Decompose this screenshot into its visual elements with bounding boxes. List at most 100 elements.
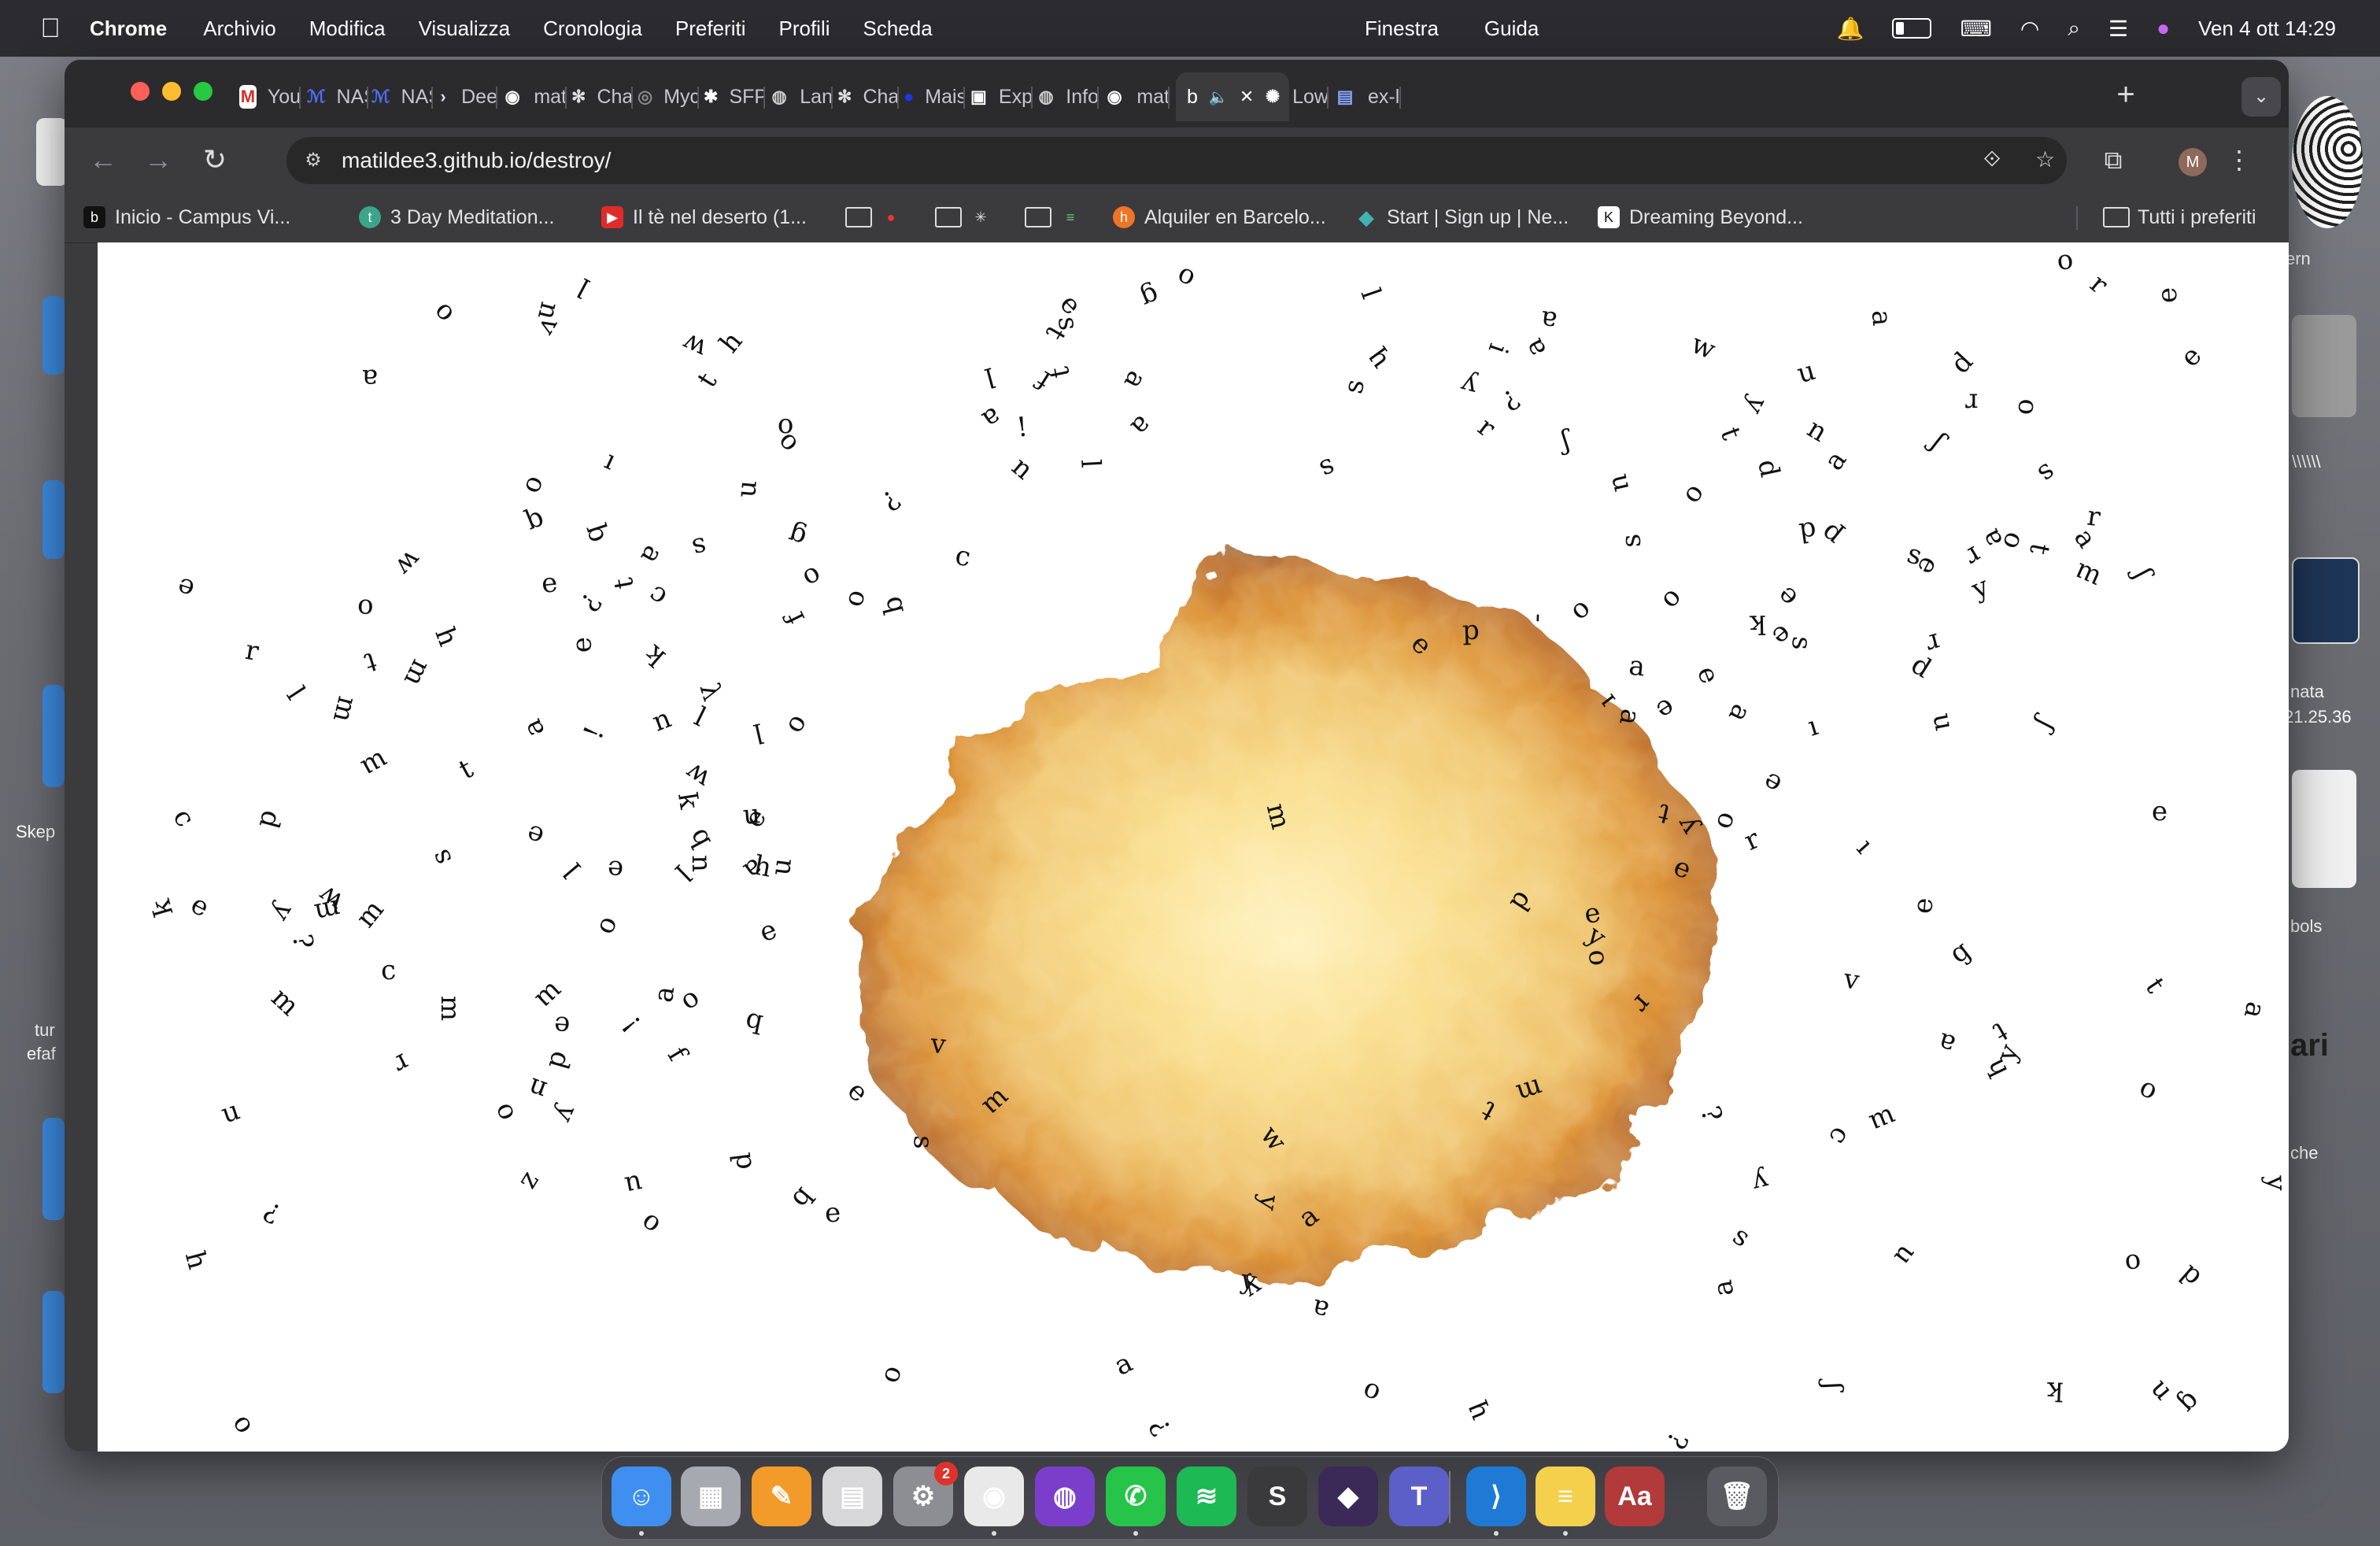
letter-glyph: n [685,854,718,873]
menu-finestra[interactable]: Finestra [1365,17,1439,41]
menu-modifica[interactable]: Modifica [309,17,386,41]
tab[interactable]: ℳ NAS [371,72,433,121]
desktop-document-icon[interactable] [2292,770,2356,888]
menu-visualizza[interactable]: Visualizza [419,17,511,41]
launchpad-icon[interactable]: ▦ [681,1466,741,1526]
notification-icon[interactable]: 🔔 [1837,16,1864,42]
bookmark-item[interactable]: ◆ Start | Sign up | Ne... [1355,203,1569,231]
pages-icon[interactable]: ✎ [752,1466,811,1526]
books-icon: ≡ [1066,209,1075,225]
bookmark-item[interactable]: b Inicio - Campus Vi... [83,203,290,231]
dock-separator [1449,1471,1451,1523]
letter-glyph: - [1523,612,1555,623]
extensions-icon[interactable]: ⧉ [2094,140,2133,179]
tab[interactable]: ◉ mat [1103,72,1170,121]
tab[interactable]: ◎ Myc [638,72,699,121]
wifi-icon[interactable]: ◠ [2020,16,2039,42]
menu-profili[interactable]: Profili [778,17,830,41]
chrome-icon[interactable]: ◉ [964,1466,1024,1526]
menu-archivio[interactable]: Archivio [203,17,275,41]
zoom-window-button[interactable] [194,82,213,101]
tab[interactable]: › Dee [436,72,497,121]
keyboard-icon[interactable]: ⌨ [1960,16,1991,42]
close-tab-icon[interactable]: ✕ [1240,87,1254,107]
desktop-folder-icon[interactable] [42,685,65,787]
tab-label: Lan [800,85,833,108]
menu-preferiti[interactable]: Preferiti [675,17,746,41]
desktop-photo-icon[interactable] [2292,315,2356,417]
letter-glyph: e [2151,286,2184,305]
siri-icon[interactable]: ● [2156,16,2170,41]
minimize-window-button[interactable] [162,82,181,101]
desktop-folder-icon[interactable] [42,1118,65,1220]
obsidian-icon[interactable]: ◆ [1318,1466,1378,1526]
speaker-icon[interactable]: 🔈 [1209,87,1229,107]
profile-avatar[interactable]: M [2179,148,2207,176]
menu-app-name[interactable]: Chrome [90,17,167,41]
dictionary-icon[interactable]: Aa [1605,1466,1665,1526]
sublime-icon[interactable]: S [1247,1466,1307,1526]
desktop-folder-icon[interactable] [42,1291,65,1393]
desktop-document-icon[interactable] [36,118,68,186]
firefox-icon[interactable]: ◍ [1035,1466,1095,1526]
clock[interactable]: Ven 4 ott 14:29 [2198,17,2336,41]
teams-icon[interactable]: T [1389,1466,1449,1526]
menu-guida[interactable]: Guida [1484,17,1539,41]
finder-icon[interactable]: ☺ [612,1466,671,1526]
battery-icon[interactable] [1892,18,1932,39]
url-text[interactable]: matildee3.github.io/destroy/ [342,148,611,173]
apple-icon[interactable]:  [35,13,66,44]
tab[interactable]: ◉ mat [502,72,567,121]
page-content[interactable]: a o n v l w t h e s t g o l a l f t a! n l a o o u ¿ c b o o g f o b ı b a s c… [98,242,2289,1452]
vscode-icon[interactable]: ⟩ [1466,1466,1526,1526]
desktop-fingerprint-icon[interactable] [2292,96,2363,228]
tab[interactable]: M You [239,72,301,121]
calculator-icon[interactable]: ▤ [822,1466,882,1526]
bookmark-folder[interactable]: ✳ [935,203,1001,231]
bookmark-label: 3 Day Meditation... [390,205,555,228]
dock-glyph: ◍ [1053,1481,1077,1511]
tab[interactable]: ● Mais [904,72,965,121]
letter-glyph: o [2055,246,2075,281]
bookmark-item[interactable]: h Alquiler en Barcelo... [1113,203,1326,231]
bookmark-folder[interactable]: ≡ [1025,203,1091,231]
address-bar[interactable]: ⚙ matildee3.github.io/destroy/ ⟐ ☆ [286,137,2067,184]
system-settings-icon[interactable]: ⚙ 2 [893,1462,958,1526]
whatsapp-icon[interactable]: ✆ [1106,1466,1166,1526]
tab[interactable]: ▣ Exp [970,72,1033,121]
desktop-screenshot-icon[interactable] [2292,557,2360,644]
tab-search-button[interactable]: ⌄ [2241,77,2281,117]
menu-scheda[interactable]: Scheda [863,17,933,41]
tab[interactable]: ◍ Lan [770,72,833,121]
chrome-menu-icon[interactable]: ⋮ [2219,140,2259,179]
tab[interactable]: ℳ NAS [307,72,368,121]
reload-button[interactable]: ↻ [195,140,235,179]
spotlight-search-icon[interactable]: ⌕ [2068,16,2080,42]
control-center-icon[interactable]: ☰ [2108,16,2128,42]
tab[interactable]: ◍ Info [1037,72,1099,121]
site-info-icon[interactable]: ⚙ [298,145,329,176]
back-button[interactable]: ← [83,140,123,179]
desktop-folder-icon[interactable] [42,480,65,559]
close-window-button[interactable] [131,82,150,101]
all-bookmarks-folder[interactable]: Tutti i preferiti [2103,203,2256,231]
bookmark-item[interactable]: ▶ Il tè nel deserto (1... [601,203,807,231]
bookmark-star-icon[interactable]: ☆ [2035,146,2055,172]
tab[interactable]: ▤ ex-l [1333,72,1401,121]
tab[interactable]: ✻ Cha [837,72,899,121]
translate-icon[interactable]: ⟐ [1983,146,2001,172]
forward-button[interactable]: → [139,140,178,179]
explosion-blob[interactable] [98,242,2289,1452]
notes-icon[interactable]: ≡ [1536,1466,1595,1526]
spotify-icon[interactable]: ≋ [1177,1466,1236,1526]
bookmark-item[interactable]: t 3 Day Meditation... [359,203,554,231]
bookmark-item[interactable]: K Dreaming Beyond... [1598,203,1803,231]
menu-cronologia[interactable]: Cronologia [543,17,642,41]
bookmark-folder[interactable]: ● [845,203,911,231]
trash-icon[interactable]: 🗑 [1707,1466,1767,1526]
tab[interactable]: ✺ Low [1264,72,1329,121]
desktop-folder-icon[interactable] [42,296,65,375]
tab[interactable]: ✱ SFP [704,72,765,121]
tab[interactable]: ✻ Cha [571,72,633,121]
new-tab-button[interactable]: + [2106,77,2145,113]
